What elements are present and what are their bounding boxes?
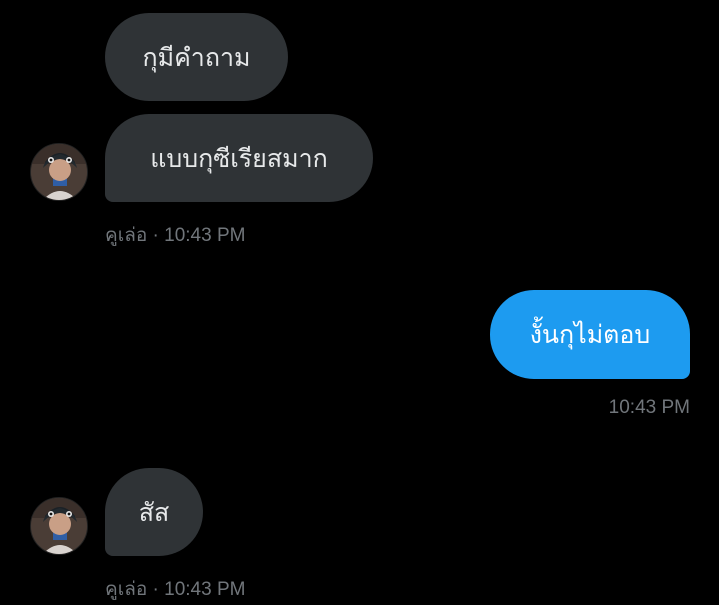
avatar-icon bbox=[31, 498, 87, 554]
received-message-bubble[interactable]: สัส bbox=[105, 468, 203, 556]
message-text: สัส bbox=[138, 497, 170, 527]
message-text: กุมีคำถาม bbox=[142, 42, 251, 72]
user-avatar[interactable] bbox=[30, 143, 88, 201]
received-message-bubble[interactable]: แบบกุซีเรียสมาก bbox=[105, 114, 373, 202]
message-meta: คูเล่อ · 10:43 PM bbox=[105, 225, 246, 246]
sent-message-bubble[interactable]: งั้นกุไม่ตอบ bbox=[490, 290, 690, 379]
message-meta: คูเล่อ · 10:43 PM bbox=[105, 579, 246, 600]
received-message-bubble[interactable]: กุมีคำถาม bbox=[105, 13, 288, 101]
message-text: งั้นกุไม่ตอบ bbox=[529, 320, 651, 349]
message-meta: 10:43 PM bbox=[608, 397, 690, 418]
user-avatar[interactable] bbox=[30, 497, 88, 555]
message-text: แบบกุซีเรียสมาก bbox=[150, 143, 328, 173]
avatar-icon bbox=[31, 144, 87, 200]
